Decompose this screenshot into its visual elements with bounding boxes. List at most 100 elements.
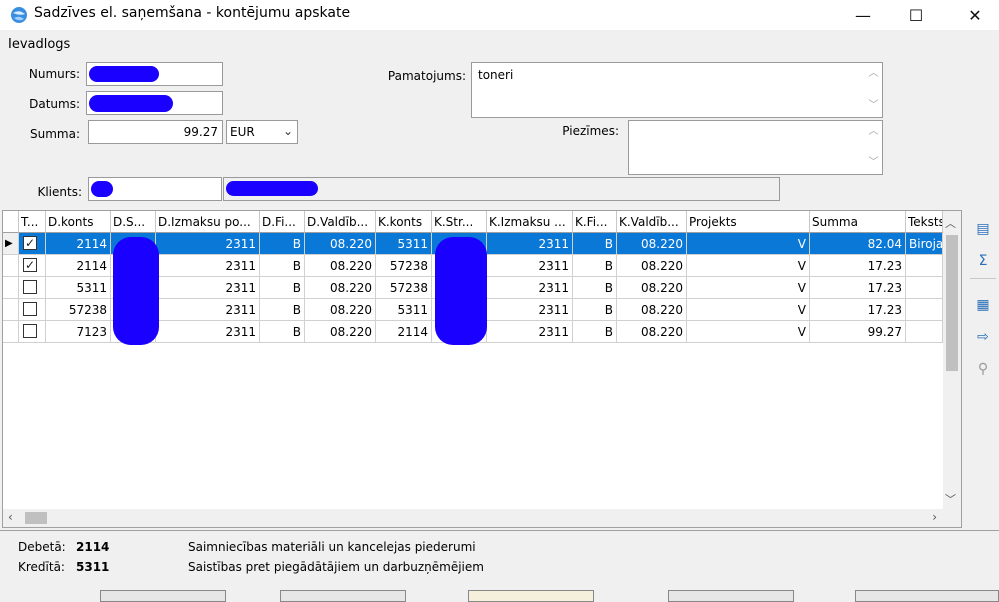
piezimes-textarea[interactable]: ︿ ﹀ <box>628 120 883 175</box>
minimize-button[interactable]: — <box>840 0 886 30</box>
header-teksts[interactable]: Teksts <box>906 211 943 233</box>
sum-icon[interactable]: Σ <box>972 250 994 272</box>
datums-label: Datums: <box>29 97 80 111</box>
checkbox[interactable] <box>23 302 37 316</box>
cell-d-konts: 5311 <box>46 277 111 299</box>
cell-summa: 17.23 <box>810 277 906 299</box>
close-button[interactable]: ✕ <box>952 0 998 30</box>
header-projekts[interactable]: Projekts <box>687 211 810 233</box>
cell-teksts <box>906 255 943 277</box>
header-d-izmaksu[interactable]: D.Izmaksu po... <box>156 211 260 233</box>
grid-vertical-scrollbar[interactable]: ︿ ﹀ <box>943 211 961 509</box>
piezimes-scrollbar[interactable]: ︿ ﹀ <box>865 121 882 174</box>
row-checkbox-cell[interactable]: ✓ <box>19 255 46 277</box>
header-k-konts[interactable]: K.konts <box>376 211 432 233</box>
window-title: Sadzīves el. saņemšana - kontējumu apska… <box>34 5 351 21</box>
scroll-down-icon[interactable]: ﹀ <box>865 156 882 170</box>
numurs-field[interactable] <box>86 62 223 86</box>
checkbox[interactable] <box>23 324 37 338</box>
klients-code-field[interactable] <box>88 177 222 201</box>
kredita-label: Kredītā: <box>18 560 65 574</box>
redaction-mark <box>435 237 487 345</box>
cell-k-vald: 08.220 <box>617 299 687 321</box>
debeta-description: Saimniecības materiāli un kancelejas pie… <box>188 540 476 554</box>
scroll-thumb[interactable] <box>946 235 958 371</box>
header-summa[interactable]: Summa <box>810 211 906 233</box>
checkbox[interactable] <box>23 280 37 294</box>
pamatojums-scrollbar[interactable]: ︿ ﹀ <box>865 63 882 117</box>
bottom-button[interactable] <box>855 590 999 602</box>
row-indicator <box>3 321 19 343</box>
datums-field[interactable] <box>86 91 223 115</box>
menu-ievadlogs[interactable]: Ievadlogs <box>8 37 70 52</box>
kontejumi-grid[interactable]: T... D.konts D.S... D.Izmaksu po... D.Fi… <box>2 210 962 528</box>
cell-k-fi: B <box>573 321 617 343</box>
columns-settings-icon[interactable]: ▤ <box>972 218 994 240</box>
cell-summa: 17.23 <box>810 255 906 277</box>
cell-d-vald: 08.220 <box>305 299 376 321</box>
redaction-mark <box>89 66 159 82</box>
row-checkbox-cell[interactable] <box>19 321 46 343</box>
bottom-button[interactable] <box>468 590 594 602</box>
cell-d-konts: 57238 <box>46 299 111 321</box>
search-icon[interactable]: ⚲ <box>972 358 994 380</box>
cell-d-izm: 2311 <box>156 277 260 299</box>
toolbar-divider <box>970 278 996 279</box>
cell-k-konts: 57238 <box>376 255 432 277</box>
cell-d-vald: 08.220 <box>305 321 376 343</box>
bottom-button[interactable] <box>668 590 794 602</box>
header-d-s[interactable]: D.S... <box>111 211 156 233</box>
checkbox[interactable]: ✓ <box>23 258 37 272</box>
row-checkbox-cell[interactable] <box>19 299 46 321</box>
scroll-right-icon[interactable]: › <box>932 510 937 524</box>
export-icon[interactable]: ▦ <box>972 294 994 316</box>
klients-name-field <box>223 177 780 201</box>
header-t[interactable]: T... <box>19 211 46 233</box>
currency-select[interactable]: EUR ⌄ <box>226 120 298 144</box>
cell-teksts <box>906 277 943 299</box>
summa-field[interactable]: 99.27 <box>88 120 223 144</box>
bottom-button[interactable] <box>100 590 226 602</box>
row-checkbox-cell[interactable]: ✓ <box>19 233 46 255</box>
klients-label: Klients: <box>37 185 82 199</box>
header-k-izmaksu[interactable]: K.Izmaksu ... <box>487 211 573 233</box>
header-k-valdib[interactable]: K.Valdīb... <box>617 211 687 233</box>
scroll-up-icon[interactable]: ︿ <box>865 67 882 81</box>
cell-k-konts: 5311 <box>376 299 432 321</box>
cell-d-izm: 2311 <box>156 255 260 277</box>
bottom-button[interactable] <box>280 590 406 602</box>
cell-projekts: V <box>687 255 810 277</box>
header-k-fi[interactable]: K.Fi... <box>573 211 617 233</box>
cell-projekts: V <box>687 277 810 299</box>
cell-k-fi: B <box>573 299 617 321</box>
scroll-thumb[interactable] <box>25 512 47 524</box>
scroll-down-icon[interactable]: ﹀ <box>865 99 882 113</box>
scroll-down-icon[interactable]: ﹀ <box>945 491 956 507</box>
row-indicator <box>3 255 19 277</box>
cell-d-konts: 7123 <box>46 321 111 343</box>
redaction-mark <box>91 181 113 197</box>
maximize-button[interactable]: ☐ <box>893 0 939 30</box>
header-d-fi[interactable]: D.Fi... <box>260 211 305 233</box>
header-d-konts[interactable]: D.konts <box>46 211 111 233</box>
scroll-up-icon[interactable]: ︿ <box>865 125 882 139</box>
cell-k-vald: 08.220 <box>617 233 687 255</box>
pamatojums-textarea[interactable]: toneri ︿ ﹀ <box>471 62 883 118</box>
cell-d-vald: 08.220 <box>305 277 376 299</box>
cell-k-konts: 2114 <box>376 321 432 343</box>
scroll-up-icon[interactable]: ︿ <box>945 215 956 231</box>
kredita-description: Saistības pret piegādātājiem un darbuzņē… <box>188 560 484 574</box>
cell-k-konts: 5311 <box>376 233 432 255</box>
cell-teksts: Biroja <box>906 233 943 255</box>
grid-horizontal-scrollbar[interactable]: ‹ › <box>3 509 961 527</box>
scroll-left-icon[interactable]: ‹ <box>8 510 13 524</box>
header-d-valdib[interactable]: D.Valdīb... <box>305 211 376 233</box>
cell-d-vald: 08.220 <box>305 233 376 255</box>
header-k-str[interactable]: K.Str... <box>432 211 487 233</box>
checkbox[interactable]: ✓ <box>23 236 37 250</box>
cell-summa: 82.04 <box>810 233 906 255</box>
debeta-label: Debetā: <box>18 540 66 554</box>
row-checkbox-cell[interactable] <box>19 277 46 299</box>
arrow-right-icon[interactable]: ⇨ <box>972 326 994 348</box>
redaction-mark <box>113 237 159 345</box>
